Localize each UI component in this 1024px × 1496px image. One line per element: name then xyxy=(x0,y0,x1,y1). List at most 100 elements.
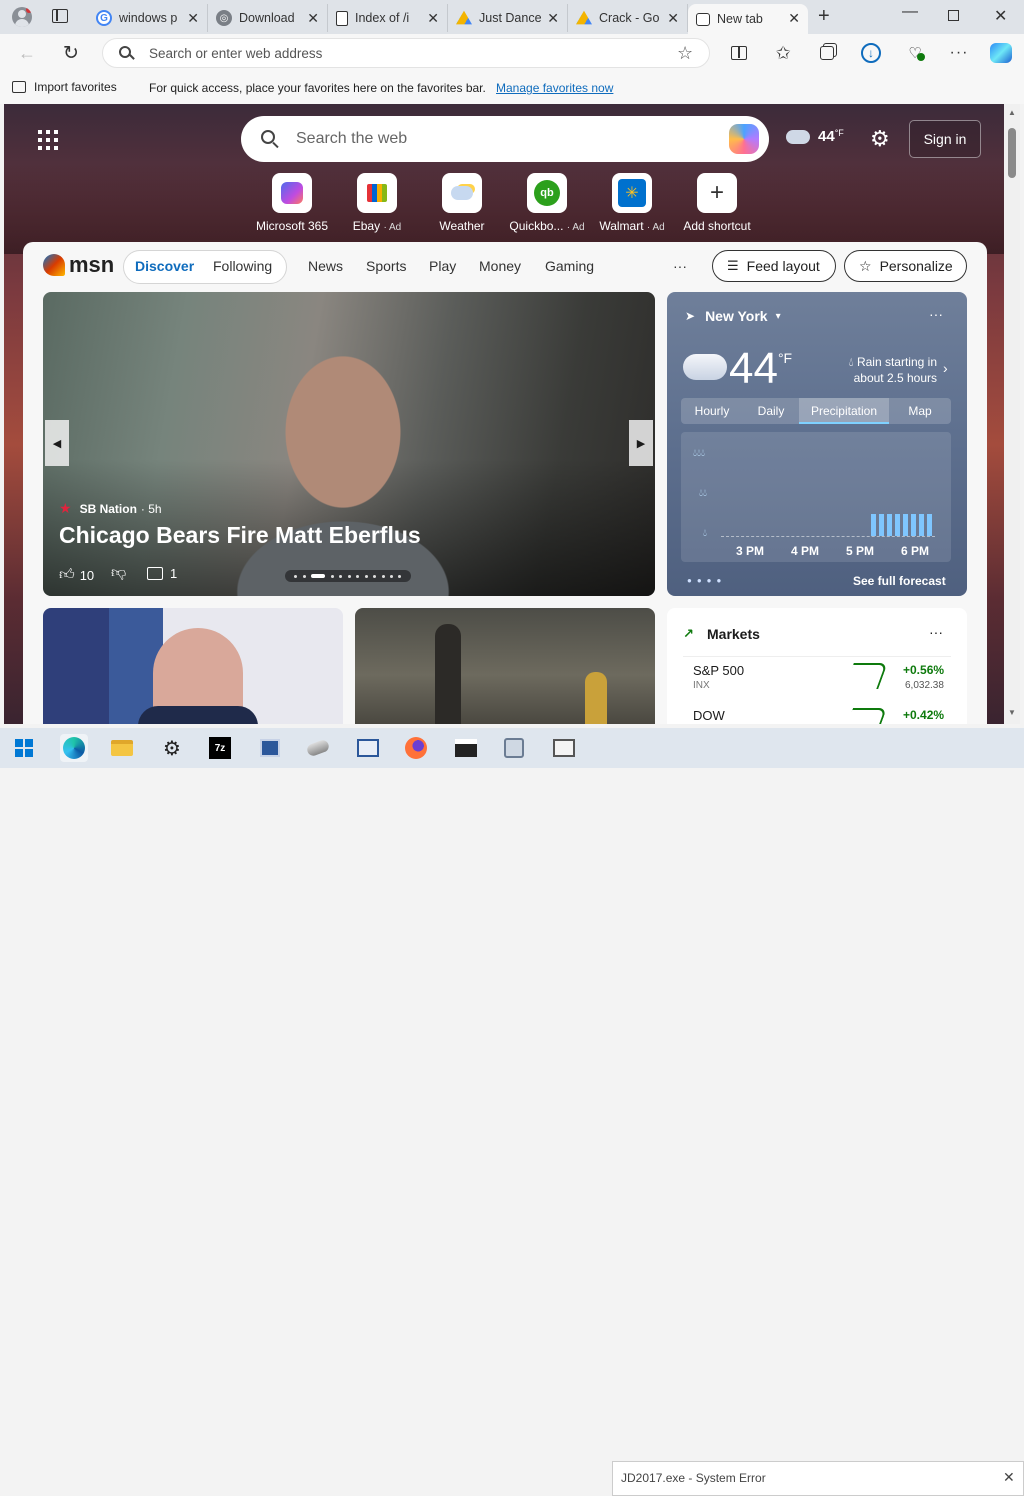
back-icon[interactable]: ← xyxy=(16,42,38,64)
raindrop-icon: 💧︎ xyxy=(848,355,854,369)
nav-sports[interactable]: Sports xyxy=(366,258,406,274)
like-button[interactable]: 👍︎ 10 xyxy=(59,566,94,584)
copilot-icon[interactable] xyxy=(729,124,759,154)
copilot-icon[interactable] xyxy=(990,42,1012,64)
weather-more-icon[interactable]: ··· xyxy=(929,306,943,322)
close-window-button[interactable]: ✕ xyxy=(994,6,1007,26)
msn-feed-panel: msn Discover Following News Sports Play … xyxy=(23,242,987,724)
personalize-button[interactable]: ☆ Personalize xyxy=(844,250,967,282)
see-full-forecast-link[interactable]: See full forecast xyxy=(853,574,946,588)
add-shortcut-button[interactable]: + Add shortcut xyxy=(675,173,759,233)
network-app-icon[interactable] xyxy=(256,734,284,762)
favorites-bar-message: For quick access, place your favorites h… xyxy=(149,81,486,95)
installer-icon[interactable] xyxy=(500,734,528,762)
hero-news-card[interactable]: ◀ ▶ ★ SB Nation · 5h Chicago Bears Fire … xyxy=(43,292,655,596)
page-settings-icon[interactable]: ⚙ xyxy=(870,126,890,152)
browser-essentials-icon[interactable]: ♡ xyxy=(904,42,926,64)
close-tab-icon[interactable]: ✕ xyxy=(187,10,199,27)
market-row[interactable]: DOW +0.42% xyxy=(683,698,951,724)
shortcut-quickbooks[interactable]: qb Quickbo... · Ad xyxy=(505,173,589,233)
tab-windows-search[interactable]: G windows p ✕ xyxy=(88,4,208,32)
comments-button[interactable]: 1 xyxy=(147,566,177,581)
market-row[interactable]: S&P 500 INX +0.56% 6,032.38 xyxy=(683,656,951,694)
sign-in-button[interactable]: Sign in xyxy=(909,120,981,158)
tab-download[interactable]: ◎ Download ✕ xyxy=(208,4,328,32)
tab-actions-icon[interactable] xyxy=(52,9,68,23)
shortcut-walmart[interactable]: ✳ Walmart · Ad xyxy=(590,173,674,233)
hero-headline[interactable]: Chicago Bears Fire Matt Eberflus xyxy=(59,522,421,549)
thumbs-down-icon[interactable]: 👎︎ xyxy=(111,564,126,582)
refresh-icon[interactable]: ↻ xyxy=(60,42,82,64)
manage-favorites-link[interactable]: Manage favorites now xyxy=(496,81,613,95)
tab-map[interactable]: Map xyxy=(889,398,951,424)
firefox-icon[interactable] xyxy=(402,734,430,762)
app-launcher-icon[interactable] xyxy=(38,130,58,150)
close-tab-icon[interactable]: ✕ xyxy=(427,10,439,27)
profile-avatar[interactable] xyxy=(12,7,32,27)
weather-card[interactable]: ➤ New York ▾ ··· 44 °F 💧︎ Rain starting … xyxy=(667,292,967,596)
news-card[interactable] xyxy=(43,608,343,724)
shortcut-weather[interactable]: Weather xyxy=(420,173,504,233)
file-explorer-icon[interactable] xyxy=(108,734,136,762)
minimize-button[interactable]: — xyxy=(902,3,918,21)
nav-more-icon[interactable]: ··· xyxy=(673,258,687,274)
windows-start-icon[interactable] xyxy=(10,734,38,762)
window-app-icon[interactable] xyxy=(354,734,382,762)
carousel-prev-button[interactable]: ◀ xyxy=(45,420,69,466)
window-app-icon[interactable] xyxy=(550,734,578,762)
nav-discover[interactable]: Discover xyxy=(135,258,194,274)
tab-crack[interactable]: Crack - Go ✕ xyxy=(568,4,688,32)
tab-just-dance[interactable]: Just Dance ✕ xyxy=(448,4,568,32)
tab-precipitation[interactable]: Precipitation xyxy=(799,398,889,424)
shortcut-microsoft-365[interactable]: Microsoft 365 xyxy=(250,173,334,233)
close-tab-icon[interactable]: ✕ xyxy=(547,10,559,27)
collections-icon[interactable] xyxy=(816,42,838,64)
favorite-star-icon[interactable]: ☆ xyxy=(677,43,693,64)
settings-more-icon[interactable]: ··· xyxy=(948,42,970,64)
tab-hourly[interactable]: Hourly xyxy=(681,398,743,424)
msn-logo[interactable]: msn xyxy=(43,252,114,278)
cloud-icon xyxy=(786,129,810,144)
favorites-icon[interactable]: ✩ xyxy=(772,42,794,64)
split-screen-icon[interactable] xyxy=(728,42,750,64)
header-weather[interactable]: 44 °F xyxy=(786,128,844,145)
chevron-right-icon[interactable]: › xyxy=(943,360,948,376)
page-scrollbar[interactable]: ▲ ▼ xyxy=(1004,104,1020,724)
shortcut-ebay[interactable]: Ebay · Ad xyxy=(335,173,419,233)
nav-news[interactable]: News xyxy=(308,258,343,274)
import-favorites-button[interactable]: Import favorites xyxy=(12,80,117,94)
address-bar[interactable]: Search or enter web address ☆ xyxy=(102,38,710,68)
close-tab-icon[interactable]: ✕ xyxy=(667,10,679,27)
nav-following[interactable]: Following xyxy=(213,258,272,274)
system-error-window[interactable]: JD2017.exe - System Error ✕ xyxy=(612,1461,1024,1496)
edge-taskbar-icon[interactable] xyxy=(60,734,88,762)
news-card[interactable] xyxy=(355,608,655,724)
comment-icon xyxy=(147,567,163,580)
nav-play[interactable]: Play xyxy=(429,258,456,274)
nav-gaming[interactable]: Gaming xyxy=(545,258,594,274)
7zip-icon[interactable]: 7z xyxy=(206,734,234,762)
restore-button[interactable] xyxy=(948,10,959,21)
scroll-up-arrow[interactable]: ▲ xyxy=(1008,108,1016,117)
close-tab-icon[interactable]: ✕ xyxy=(307,10,319,27)
tab-daily[interactable]: Daily xyxy=(743,398,799,424)
downloads-icon[interactable]: ↓ xyxy=(860,42,882,64)
tab-index-of[interactable]: Index of /i ✕ xyxy=(328,4,448,32)
tab-new-tab[interactable]: New tab ✕ xyxy=(688,4,808,34)
web-search-box[interactable]: Search the web xyxy=(241,116,769,162)
clapperboard-icon[interactable] xyxy=(452,734,480,762)
scrollbar-thumb[interactable] xyxy=(1008,128,1016,178)
close-tab-icon[interactable]: ✕ xyxy=(788,10,800,27)
carousel-next-button[interactable]: ▶ xyxy=(629,420,653,466)
close-icon[interactable]: ✕ xyxy=(1003,1469,1015,1486)
feed-layout-button[interactable]: ☰ Feed layout xyxy=(712,250,836,282)
nav-money[interactable]: Money xyxy=(479,258,521,274)
scroll-down-arrow[interactable]: ▼ xyxy=(1008,708,1016,717)
mouse-app-icon[interactable] xyxy=(304,734,332,762)
markets-more-icon[interactable]: ··· xyxy=(929,624,943,640)
settings-taskbar-icon[interactable]: ⚙ xyxy=(158,734,186,762)
location-selector[interactable]: ➤ New York ▾ xyxy=(685,308,781,324)
rain-alert[interactable]: 💧︎ Rain starting in about 2.5 hours xyxy=(843,354,937,386)
markets-card[interactable]: ↗ Markets ··· S&P 500 INX +0.56% 6,032.3… xyxy=(667,608,967,724)
new-tab-button[interactable]: + xyxy=(818,5,830,28)
